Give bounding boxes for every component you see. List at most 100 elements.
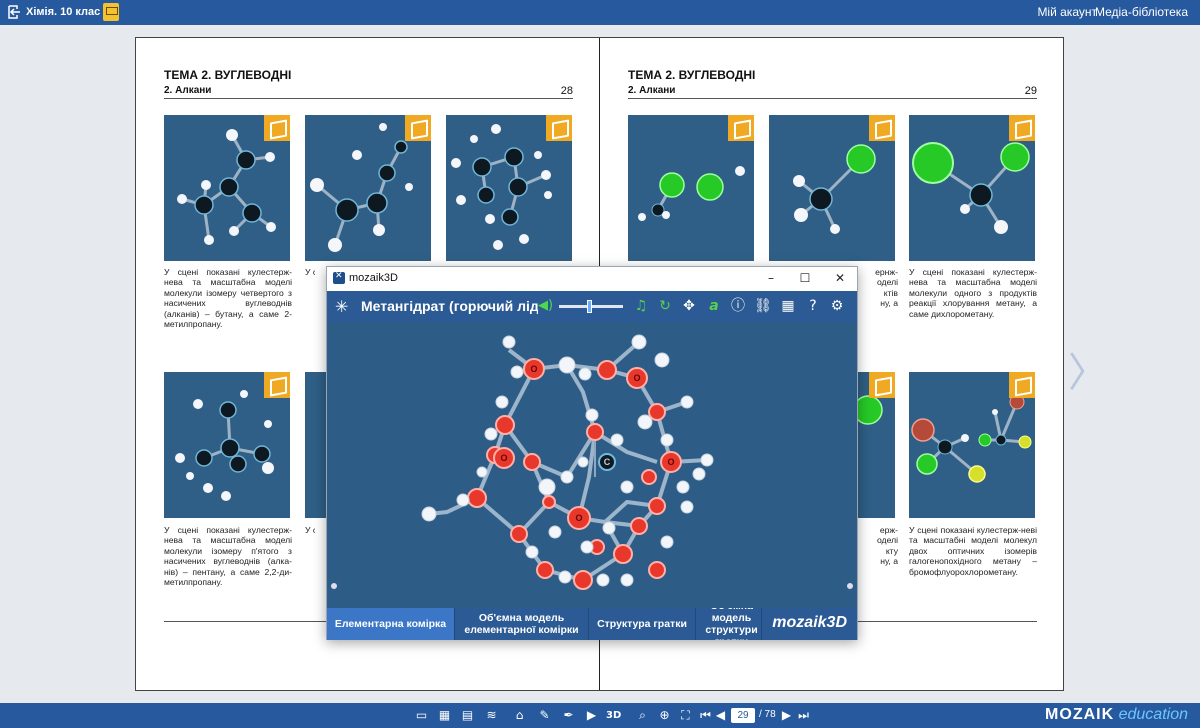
mozaik3d-logo: mozaik3D [772,614,847,631]
link-icon[interactable]: ⛓ [754,297,772,315]
caption: У сцені показані кулестерж-нева та масшт… [164,267,292,330]
info-icon[interactable]: ⓘ [729,297,747,315]
caption-fragment: ернж- оделі ктів ну, а [858,267,898,309]
move-icon[interactable]: ✥ [680,297,698,315]
caption: У сцені показані кулестерж-нева та масшт… [164,525,292,588]
molecule-tile[interactable] [305,115,431,261]
volume-slider[interactable] [559,300,623,313]
molecule-tile[interactable] [858,372,895,518]
molecule-tile[interactable] [164,372,290,518]
tab-unit-cell[interactable]: Елементарна комірка [327,608,455,640]
tools-icon[interactable]: ✎ [537,708,552,723]
notes-icon[interactable]: ▤ [460,708,475,723]
mozaik-education-logo: MOZAIK education [1045,706,1188,724]
caption-line: ерж- [879,525,898,535]
next-page-arrow-icon[interactable]: 〉 [1068,340,1108,398]
atom-label: O [575,513,582,523]
molecule-tile[interactable] [909,115,1035,261]
3d-icon[interactable]: 3D [606,708,621,723]
page-number-input[interactable]: 29 [731,708,755,723]
pen-icon[interactable]: ✒ [561,708,576,723]
rotate-icon[interactable]: ↻ [656,297,674,315]
molecule-tile[interactable] [909,372,1035,518]
search-icon[interactable]: ⌕ [635,708,650,723]
next-page-icon[interactable]: ▶ [779,708,794,723]
3d-viewport[interactable]: O O O O O C [327,322,857,608]
fullscreen-icon[interactable]: ⛶ [678,708,693,723]
close-icon[interactable]: ✕ [830,270,850,286]
page-heading: ТЕМА 2. ВУГЛЕВОДНІ [164,68,292,82]
caption-line: ну, а [880,298,898,309]
3d-scene-icon[interactable] [728,115,754,141]
my-account-link[interactable]: Мій акаунт [1037,5,1097,19]
3d-scene-icon[interactable] [1009,372,1035,398]
first-page-icon[interactable]: ⏮ [698,708,713,723]
screen-icon[interactable]: ▭ [414,708,429,723]
molecule-tile[interactable] [628,115,754,261]
3d-scene-icon[interactable] [264,115,290,141]
3d-scene-icon[interactable] [405,115,431,141]
mozaik3d-window: mozaik3D – ☐ ✕ ✳ Метангідрат (горючий лі… [326,266,858,640]
3d-scene-icon[interactable] [264,372,290,398]
3d-scene-icon[interactable] [546,115,572,141]
zoom-icon[interactable]: ⊕ [657,708,672,723]
section-title: 2. Алкани [164,85,212,96]
caption-line: кту [885,545,898,556]
scene-title: Метангідрат (горючий лід) [361,298,538,314]
molecule-tile[interactable] [305,372,327,518]
exit-icon[interactable] [6,4,22,20]
atom-label: O [500,453,507,463]
grid-icon[interactable]: ▦ [779,297,797,315]
music-icon[interactable]: ♫ [632,297,650,315]
tab-lattice-structure[interactable]: Структура гратки [589,608,696,640]
3d-scene-icon[interactable] [869,115,895,141]
prev-page-icon[interactable]: ◀ [713,708,728,723]
caption: У сцені показані кулестерж-нева та масшт… [909,267,1037,319]
museum-icon[interactable]: ⌂ [512,708,527,723]
atom-label: O [667,457,674,467]
help-icon[interactable]: ? [804,297,822,315]
media-library-link[interactable]: Медіа-бібліотека [1095,5,1188,19]
slider-knob[interactable] [587,300,592,313]
minimize-icon[interactable]: – [761,270,781,286]
caption: У сц [305,267,315,277]
caption-line: ктів [883,287,898,298]
window-title: mozaik3D [349,272,398,284]
tab-unit-cell-volume-model[interactable]: Об'ємна модель елементарної комірки [455,608,589,640]
page-heading: ТЕМА 2. ВУГЛЕВОДНІ [628,68,756,82]
page-number: 28 [560,85,573,97]
caption-line: ну, а [880,556,898,567]
book-icon[interactable] [103,3,119,21]
viewport-marker [847,583,853,589]
last-page-icon[interactable]: ⏭ [796,708,811,723]
molecule-tile[interactable] [446,115,572,261]
section-title: 2. Алкани [628,85,676,96]
bottom-toolbar: ▭ ▦ ▤ ≋ ⌂ ✎ ✒ ▶ 3D ⌕ ⊕ ⛶ ⏮ ◀ 29 / 78 ▶ ⏭… [0,703,1200,728]
volume-icon[interactable]: ◀) [538,298,553,313]
app-icon [333,270,345,284]
3d-scene-icon[interactable] [869,372,895,398]
thumbnails-icon[interactable]: ▦ [437,708,452,723]
loading-icon[interactable]: ✳ [335,297,348,316]
play-icon[interactable]: ▶ [584,708,599,723]
maximize-icon[interactable]: ☐ [795,270,815,286]
atom-label: O [530,364,537,374]
caption: У сцені показані кулестерж-неві та масшт… [909,525,1037,577]
atom-label: O [633,373,640,383]
window-titlebar[interactable]: mozaik3D – ☐ ✕ [327,267,857,291]
header-rule [164,98,573,99]
caption-line: оделі [876,535,898,546]
caption: У сц [305,525,315,535]
molecule-tile[interactable] [769,115,895,261]
tab-lattice-volume-model[interactable]: Об'ємна модель структури гратки [696,608,762,640]
caption-line: оделі [876,277,898,288]
layers-icon[interactable]: ≋ [484,708,499,723]
3d-scene-icon[interactable] [1009,115,1035,141]
methane-hydrate-cage: O O O O O C [421,334,714,590]
molecule-tile[interactable] [164,115,290,261]
view-tabs: Елементарна комірка Об'ємна модель елеме… [327,608,857,640]
top-bar: Хімія. 10 клас Мій акаунт Медіа-бібліоте… [0,0,1200,25]
caption-fragment: ерж- оделі кту ну, а [858,525,898,567]
labels-icon[interactable]: a [705,297,723,315]
settings-gear-icon[interactable]: ⚙ [828,297,846,315]
